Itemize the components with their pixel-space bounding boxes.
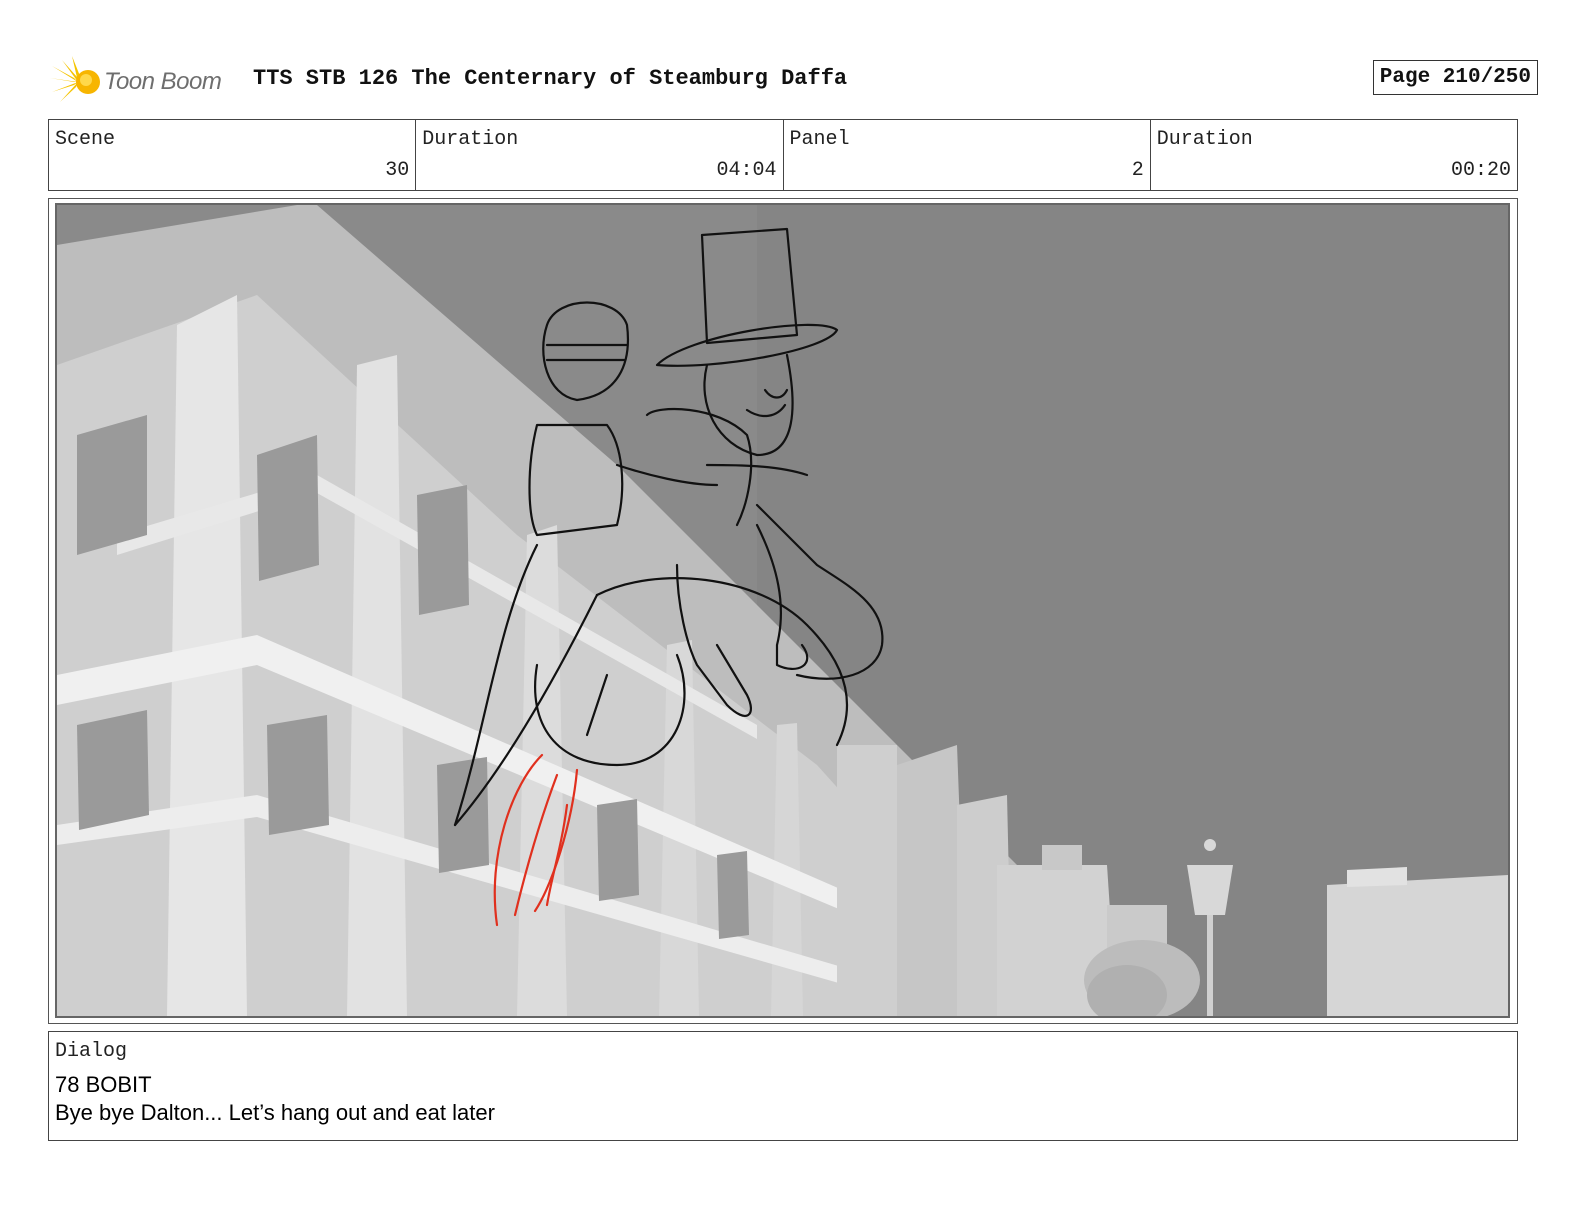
dialog-box: Dialog 78 BOBIT Bye bye Dalton... Let’s … [48,1031,1518,1141]
panel-duration-label: Duration [1156,128,1253,151]
scene-duration-value: 04:04 [716,159,777,182]
dialog-label: Dialog [55,1040,128,1063]
page-number: Page 210/250 [1372,60,1538,95]
toon-boom-logo: Toon Boom [48,56,248,108]
panel-label: Panel [789,128,850,151]
sketch-illustration [57,205,1508,1016]
scene-duration-label: Duration [422,128,519,151]
scene-cell: Scene 30 [49,120,417,190]
scene-label: Scene [55,128,116,151]
scene-value: 30 [385,159,410,182]
scene-info-row: Scene 30 Duration 04:04 Panel 2 Duration… [48,119,1518,191]
storyboard-panel [48,198,1518,1024]
logo-text: Toon Boom [104,68,222,95]
panel-value: 2 [1131,159,1144,182]
scene-duration-cell: Duration 04:04 [416,120,784,190]
document-title: TTS STB 126 The Centernary of Steamburg … [253,66,848,91]
panel-duration-value: 00:20 [1450,159,1511,182]
dialog-text: Bye bye Dalton... Let’s hang out and eat… [55,1100,495,1125]
starburst-icon [50,56,100,102]
dialog-character: 78 BOBIT [55,1072,152,1097]
panel-cell: Panel 2 [784,120,1151,190]
page-header: Toon Boom TTS STB 126 The Centernary of … [48,52,1538,108]
panel-duration-cell: Duration 00:20 [1151,120,1517,190]
panel-drawing [55,203,1510,1018]
